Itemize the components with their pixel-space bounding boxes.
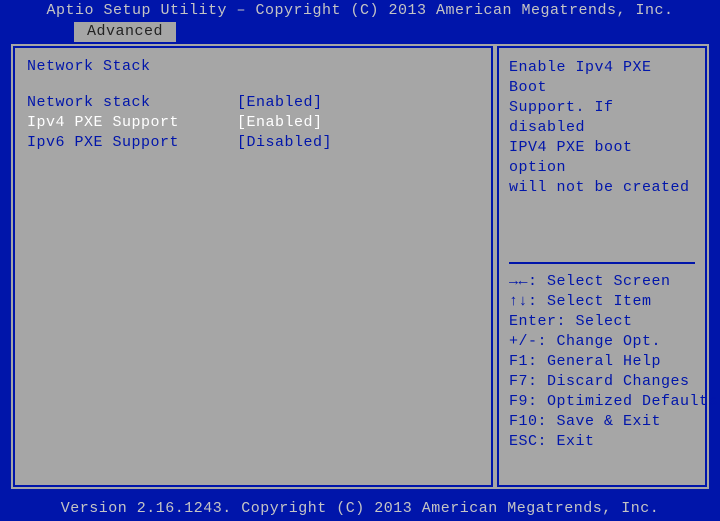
tab-row: Advanced [0, 22, 720, 42]
hint-f7: F7: Discard Changes [509, 372, 695, 392]
row-ipv4-pxe[interactable]: Ipv4 PXE Support [Enabled] [27, 113, 479, 133]
hint-f10: F10: Save & Exit [509, 412, 695, 432]
bios-screen: Aptio Setup Utility – Copyright (C) 2013… [0, 0, 720, 521]
setting-label: Ipv4 PXE Support [27, 113, 237, 133]
setting-value: [Disabled] [237, 133, 332, 153]
help-pane: Enable Ipv4 PXE Boot Support. If disable… [497, 46, 707, 487]
section-title: Network Stack [27, 58, 479, 75]
hint-select-screen: →←: Select Screen [509, 272, 695, 292]
hint-f9: F9: Optimized Defaults [509, 392, 695, 412]
help-line: IPV4 PXE boot option [509, 138, 695, 178]
help-text: Enable Ipv4 PXE Boot Support. If disable… [509, 58, 695, 258]
row-ipv6-pxe[interactable]: Ipv6 PXE Support [Disabled] [27, 133, 479, 153]
title-text: Aptio Setup Utility – Copyright (C) 2013… [46, 2, 673, 19]
help-line: will not be created [509, 178, 695, 198]
tab-advanced[interactable]: Advanced [74, 22, 176, 42]
setting-label: Ipv6 PXE Support [27, 133, 237, 153]
setting-value: [Enabled] [237, 93, 323, 113]
row-network-stack[interactable]: Network stack [Enabled] [27, 93, 479, 113]
footer-text: Version 2.16.1243. Copyright (C) 2013 Am… [61, 500, 660, 517]
tab-label: Advanced [87, 23, 163, 40]
help-line: Support. If disabled [509, 98, 695, 138]
hint-select-item: ↑↓: Select Item [509, 292, 695, 312]
setting-value: [Enabled] [237, 113, 323, 133]
main-panel: Network Stack Network stack [Enabled] Ip… [9, 42, 711, 491]
hint-esc: ESC: Exit [509, 432, 695, 452]
divider [509, 262, 695, 264]
hint-f1: F1: General Help [509, 352, 695, 372]
title-bar: Aptio Setup Utility – Copyright (C) 2013… [0, 0, 720, 22]
help-line: Enable Ipv4 PXE Boot [509, 58, 695, 98]
hint-enter: Enter: Select [509, 312, 695, 332]
settings-pane: Network Stack Network stack [Enabled] Ip… [13, 46, 493, 487]
setting-label: Network stack [27, 93, 237, 113]
key-hints: →←: Select Screen ↑↓: Select Item Enter:… [509, 272, 695, 452]
footer-bar: Version 2.16.1243. Copyright (C) 2013 Am… [0, 497, 720, 521]
hint-change-opt: +/-: Change Opt. [509, 332, 695, 352]
